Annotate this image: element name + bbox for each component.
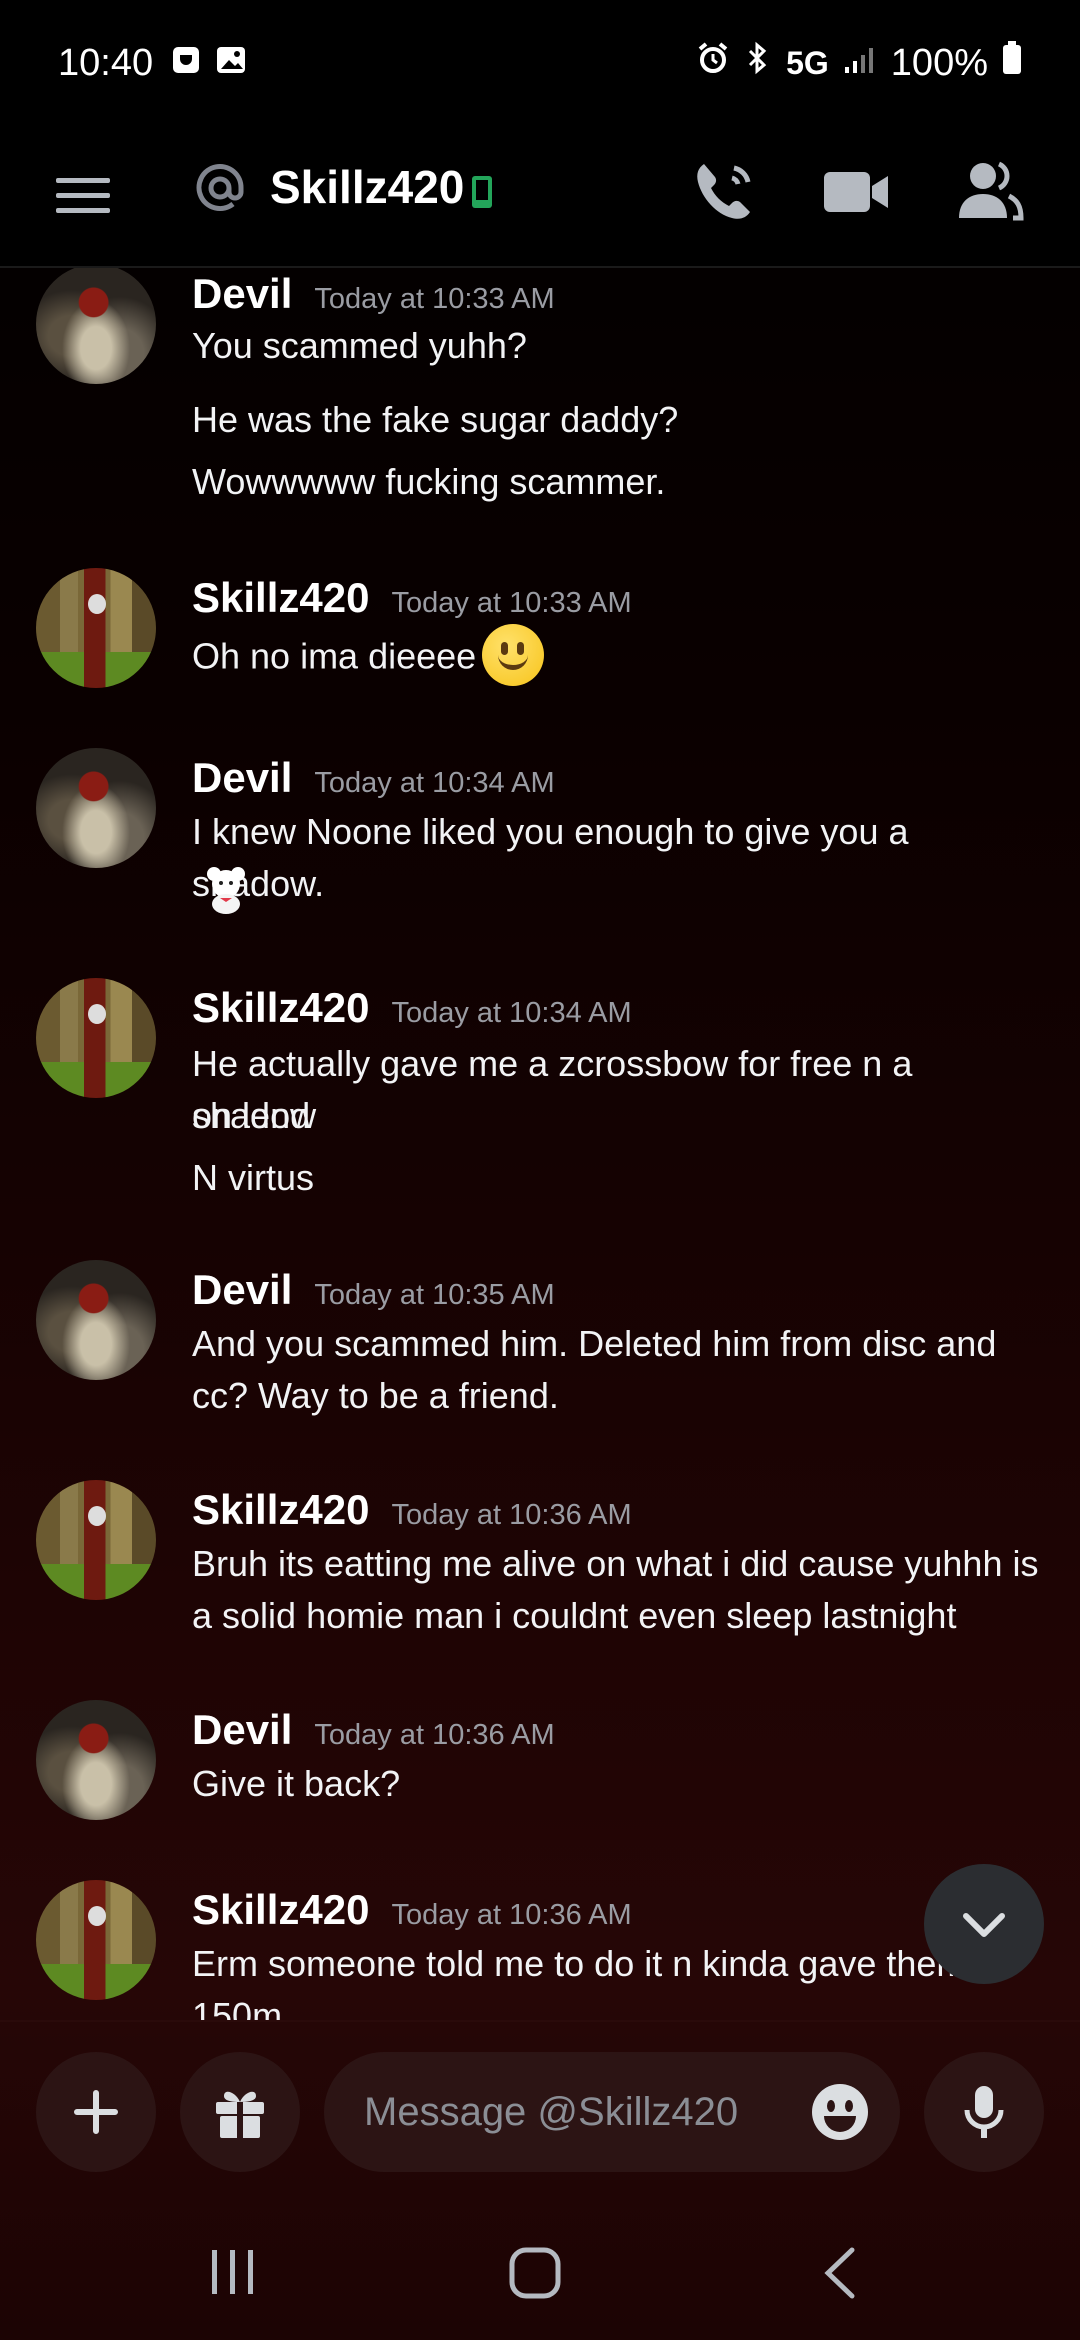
status-right: 5G 100% [696,41,1022,85]
avatar[interactable] [36,748,156,868]
author-name[interactable]: Skillz420 [192,984,369,1031]
message-timestamp: Today at 10:33 AM [391,587,632,619]
gift-button[interactable] [180,2052,300,2172]
author-name[interactable]: Skillz420 [192,574,369,621]
jump-to-latest-button[interactable] [924,1864,1044,1984]
author-name[interactable]: Devil [192,270,292,317]
message-author[interactable]: Skillz420 Today at 10:36 AM [192,1486,632,1534]
notification-icon [171,42,201,85]
alarm-icon [696,41,730,85]
video-icon[interactable] [822,162,892,222]
message-text: You scammed yuhh? [192,325,527,366]
voice-message-button[interactable] [924,2052,1044,2172]
avatar[interactable] [36,1880,156,2000]
avatar[interactable] [36,568,156,688]
message-input-placeholder: Message @Skillz420 [364,2090,739,2134]
avatar[interactable] [36,978,156,1098]
message-text: I knew Noone liked you enough to give yo… [192,811,909,904]
message-text: a solid homie man i couldnt even sleep l… [192,1595,957,1636]
message-text: Wowwwww fucking scammer. [192,461,666,502]
message-author[interactable]: Devil Today at 10:34 AM [192,754,555,802]
chevron-down-icon [963,1913,1005,1937]
avatar[interactable] [36,1260,156,1380]
message-text: N virtus [192,1157,315,1198]
home-icon[interactable] [508,2246,562,2305]
author-name[interactable]: Devil [192,1706,292,1753]
message-line: Oh no ima dieeee [192,624,1044,690]
message-author[interactable]: Skillz420 Today at 10:36 AM [192,1886,632,1934]
teddy-bear-sticker[interactable] [202,864,250,919]
bluetooth-icon [744,41,772,85]
author-name[interactable]: Skillz420 [192,1886,369,1933]
message-list[interactable]: Devil Today at 10:33 AM You scammed yuhh?… [0,268,1080,2020]
slightly-smiling-face-emoji [482,624,545,686]
recent-apps-icon[interactable] [208,2246,258,2301]
message-author[interactable]: Devil Today at 10:36 AM [192,1706,555,1754]
author-name[interactable]: Devil [192,754,292,801]
message-text: on lend [192,1095,311,1136]
plus-icon [74,2090,118,2134]
message-text: He was the fake sugar daddy? [192,399,679,440]
add-attachment-button[interactable] [36,2052,156,2172]
author-name[interactable]: Devil [192,1266,292,1313]
battery-icon [1002,41,1022,85]
message-composer: Message @Skillz420 [0,2020,1080,2200]
message-timestamp: Today at 10:36 AM [391,1899,632,1931]
message-text: Erm someone told me to do it n kinda gav… [192,1943,967,1984]
message-text: 150m [192,1995,283,2020]
signal-icon [843,42,877,85]
message-timestamp: Today at 10:35 AM [314,1279,555,1311]
avatar[interactable] [36,268,156,384]
gallery-icon [215,42,247,85]
mobile-icon [470,174,494,215]
status-bar: 10:40 5G 100% [0,0,1080,126]
message-author[interactable]: Skillz420 Today at 10:33 AM [192,574,632,622]
call-icon[interactable] [690,156,760,226]
members-icon[interactable] [955,156,1025,226]
message-author[interactable]: Devil Today at 10:35 AM [192,1266,555,1314]
microphone-icon [964,2086,1004,2138]
message-timestamp: Today at 10:34 AM [314,767,555,799]
message-author[interactable]: Skillz420 Today at 10:34 AM [192,984,632,1032]
author-name[interactable]: Skillz420 [192,1486,369,1533]
status-time: 10:40 [58,41,154,84]
message-text: Bruh its eatting me alive on what i did … [192,1543,1039,1584]
menu-icon[interactable] [54,166,114,226]
system-nav-bar [0,2200,1080,2340]
avatar[interactable] [36,1700,156,1820]
battery-level: 100% [890,41,988,84]
message-text: Give it back? [192,1763,401,1804]
network-type: 5G [786,44,829,81]
message-timestamp: Today at 10:34 AM [391,997,632,1029]
message-input[interactable]: Message @Skillz420 [324,2052,900,2172]
message-text: Oh no ima dieeee [192,635,477,677]
message-text: And you scammed him. Deleted him from di… [192,1323,997,1364]
at-icon [190,158,250,218]
message-timestamp: Today at 10:36 AM [391,1499,632,1531]
avatar[interactable] [36,1480,156,1600]
message-timestamp: Today at 10:36 AM [314,1719,555,1751]
emoji-picker-button[interactable] [810,2082,870,2142]
message-timestamp: Today at 10:33 AM [314,283,555,315]
app-root: 10:40 5G 100% Skillz420 Devil Today at 1… [0,0,1080,2340]
back-icon[interactable] [820,2246,860,2305]
message-author[interactable]: Devil Today at 10:33 AM [192,270,555,318]
message-text: cc? Way to be a friend. [192,1375,559,1416]
channel-title: Skillz420 [270,161,465,213]
gift-icon [216,2091,264,2138]
channel-header: Skillz420 [0,126,1080,268]
emoji-icon [812,2084,868,2140]
